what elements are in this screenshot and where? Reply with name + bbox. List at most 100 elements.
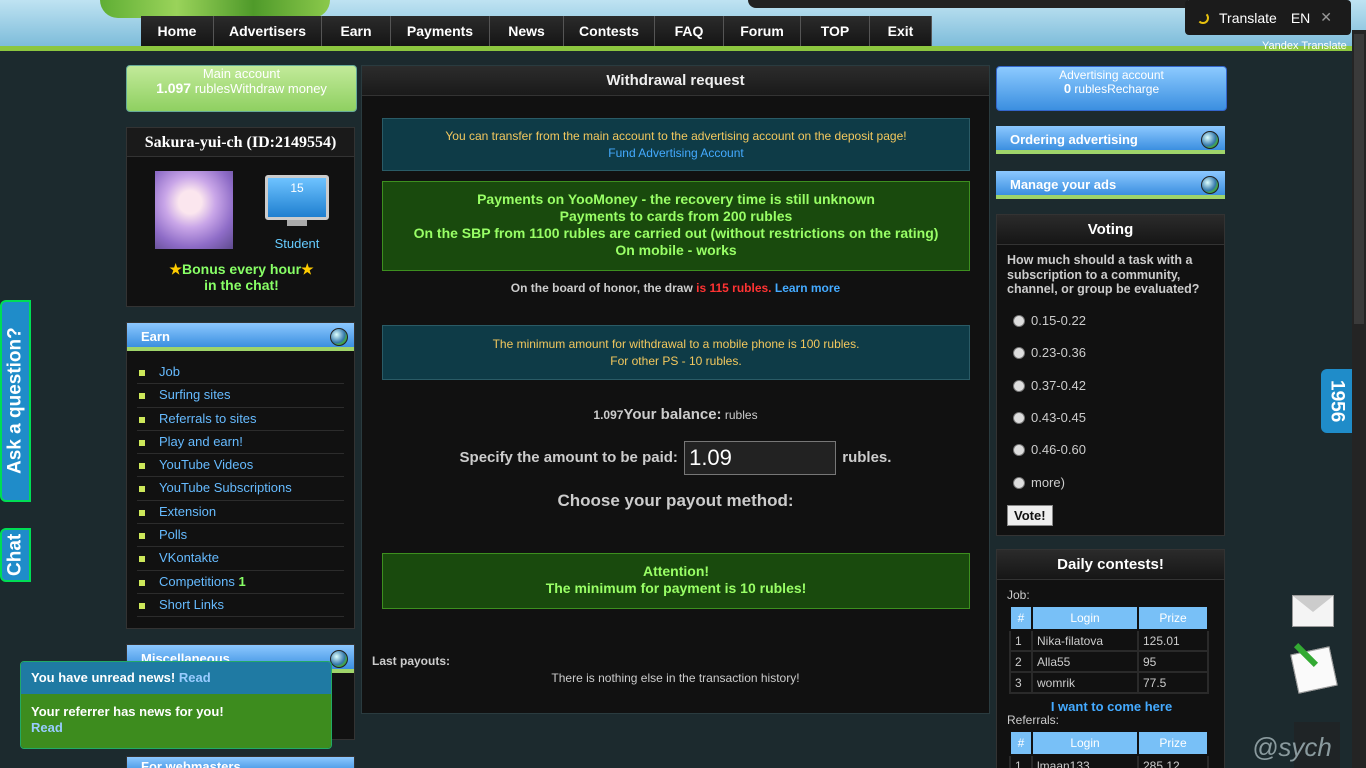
table-header-row: # Login Prize — [1009, 730, 1209, 756]
radio-button[interactable] — [1013, 476, 1025, 489]
column-header: # — [1009, 605, 1033, 631]
globe-icon — [1201, 131, 1219, 149]
earn-item-short-links[interactable]: Short Links — [137, 594, 344, 618]
earn-item-extension[interactable]: Extension — [137, 501, 344, 525]
earn-menu-title: Earn — [141, 329, 170, 344]
nav-news[interactable]: News — [490, 16, 564, 46]
referrals-contest-table: # Login Prize 1 lmaan133 285.12 — [1009, 730, 1209, 768]
nav-faq[interactable]: FAQ — [655, 16, 724, 46]
language-selector[interactable]: EN — [1291, 10, 1310, 26]
fund-advertising-link[interactable]: Fund Advertising Account — [383, 145, 969, 162]
radio-button[interactable] — [1013, 443, 1025, 456]
column-header: Prize — [1137, 730, 1209, 756]
ordering-advertising-header[interactable]: Ordering advertising — [996, 126, 1225, 154]
vote-option[interactable]: 0.23-0.36 — [1013, 345, 1086, 360]
min-other-text: For other PS - 10 rubles. — [610, 354, 742, 368]
user-rank[interactable]: Student — [265, 236, 329, 251]
vote-option[interactable]: 0.43-0.45 — [1013, 410, 1086, 425]
username-text: Sakura-yui-ch — [144, 134, 243, 151]
radio-button[interactable] — [1013, 411, 1025, 424]
nav-advertisers[interactable]: Advertisers — [214, 16, 322, 46]
table-cell[interactable]: lmaan133 — [1031, 754, 1139, 768]
avatar[interactable] — [155, 171, 233, 249]
table-cell: 1 — [1009, 754, 1033, 768]
table-cell[interactable]: Alla55 — [1031, 650, 1139, 673]
table-cell[interactable]: Nika-filatova — [1031, 629, 1139, 652]
nav-home[interactable]: Home — [141, 16, 214, 46]
nav-exit[interactable]: Exit — [870, 16, 932, 46]
translate-label[interactable]: Translate — [1219, 10, 1277, 26]
vote-option-label: 0.37-0.42 — [1031, 378, 1086, 393]
nav-contests[interactable]: Contests — [564, 16, 655, 46]
online-count-tab[interactable]: 1956 — [1321, 369, 1352, 433]
radio-button[interactable] — [1013, 346, 1025, 359]
mail-icon[interactable] — [1292, 595, 1334, 627]
last-payouts-label: Last payouts: — [372, 654, 451, 668]
earn-item-polls[interactable]: Polls — [137, 524, 344, 548]
earn-menu-header[interactable]: Earn — [127, 323, 354, 351]
radio-button[interactable] — [1013, 379, 1025, 392]
amount-input[interactable] — [684, 441, 837, 475]
vote-option[interactable]: 0.46-0.60 — [1013, 442, 1086, 457]
vote-option[interactable]: 0.37-0.42 — [1013, 378, 1086, 393]
globe-icon — [330, 650, 348, 668]
earn-item-competitions[interactable]: Competitions 1 — [137, 571, 344, 594]
vote-button[interactable]: Vote! — [1007, 505, 1053, 526]
referrals-label: Referrals: — [1007, 713, 1060, 727]
table-cell[interactable]: womrik — [1031, 671, 1139, 694]
watermark: @sych — [1252, 732, 1332, 762]
notice-line: On mobile - works — [615, 242, 737, 258]
news-read-link[interactable]: Read — [179, 670, 211, 685]
earn-item-play[interactable]: Play and earn! — [137, 431, 344, 455]
advertising-account-button[interactable]: Advertising account 0 rublesRecharge — [996, 66, 1227, 111]
yandex-translate-logo: Yandex Translate — [1262, 40, 1347, 52]
scrollbar-thumb[interactable] — [1354, 34, 1364, 324]
min-mobile-text: The minimum amount for withdrawal to a m… — [492, 337, 860, 351]
nav-earn[interactable]: Earn — [322, 16, 391, 46]
close-icon[interactable]: ✕ — [1320, 9, 1332, 26]
chat-bonus-link[interactable]: ★Bonus every hour★ in the chat! — [127, 261, 356, 293]
competitions-count: 1 — [238, 573, 246, 589]
table-cell: 77.5 — [1137, 671, 1209, 694]
manage-ads-panel[interactable]: Manage your ads — [996, 171, 1225, 201]
table-cell: 285.12 — [1137, 754, 1209, 768]
honor-text: On the board of honor, the draw — [510, 281, 697, 295]
earn-item-job[interactable]: Job — [137, 361, 344, 385]
user-card: Sakura-yui-ch (ID:2149554) 15 Student ★B… — [126, 127, 355, 307]
translate-widget[interactable]: Translate EN ✕ — [1185, 0, 1351, 35]
webmasters-menu-title: For webmasters — [141, 759, 241, 768]
webmasters-menu-header[interactable]: For webmasters — [127, 757, 354, 768]
nav-top[interactable]: TOP — [801, 16, 870, 46]
referrer-read-link[interactable]: Read — [31, 720, 63, 735]
no-history-text: There is nothing else in the transaction… — [551, 671, 800, 685]
main-nav: Home Advertisers Earn Payments News Cont… — [141, 16, 932, 46]
table-row: 1 Nika-filatova 125.01 — [1009, 629, 1209, 652]
vote-option[interactable]: 0.15-0.22 — [1013, 313, 1086, 328]
earn-item-referrals[interactable]: Referrals to sites — [137, 408, 344, 431]
balance-label: Your balance: — [623, 406, 722, 423]
bonus-line1: Bonus every hour — [181, 261, 302, 277]
main-account-button[interactable]: Main account 1.097 rublesWithdraw money — [126, 65, 357, 112]
advertising-account-amount: 0 — [1063, 81, 1072, 96]
earn-item-vkontakte[interactable]: VKontakte — [137, 547, 344, 571]
balance-line: 1.097Your balance: rubles — [362, 406, 989, 423]
earn-item-surfing[interactable]: Surfing sites — [137, 384, 344, 408]
page-scrollbar[interactable] — [1352, 30, 1366, 768]
radio-button[interactable] — [1013, 314, 1025, 327]
want-come-here-link[interactable]: I want to come here — [997, 699, 1226, 714]
vote-option[interactable]: more) — [1013, 475, 1065, 490]
chat-tab[interactable]: Chat — [0, 528, 31, 582]
notification-popup: You have unread news! Read Your referrer… — [20, 661, 332, 749]
nav-payments[interactable]: Payments — [391, 16, 490, 46]
ordering-advertising-panel[interactable]: Ordering advertising — [996, 126, 1225, 156]
ask-question-tab[interactable]: Ask a question? — [0, 300, 31, 502]
earn-item-youtube-subscriptions[interactable]: YouTube Subscriptions — [137, 477, 344, 501]
attention-box: Attention! The minimum for payment is 10… — [382, 553, 970, 609]
manage-ads-header[interactable]: Manage your ads — [996, 171, 1225, 199]
level-monitor-icon: 15 — [265, 175, 329, 220]
nav-forum[interactable]: Forum — [724, 16, 801, 46]
earn-item-youtube-videos[interactable]: YouTube Videos — [137, 454, 344, 478]
learn-more-link[interactable]: Learn more — [775, 281, 840, 295]
transfer-info-box: You can transfer from the main account t… — [382, 118, 970, 171]
notepad-icon[interactable] — [1290, 646, 1338, 694]
